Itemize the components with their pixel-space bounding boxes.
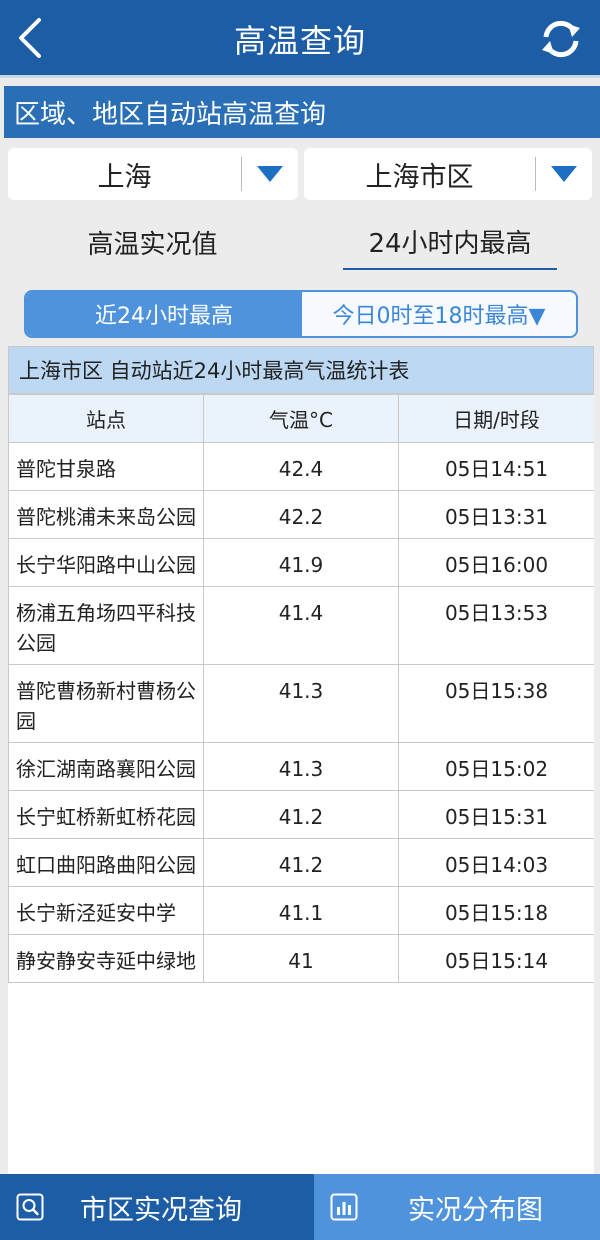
district-select[interactable]: 上海市区 <box>304 148 592 200</box>
dropdown-arrow-icon <box>536 166 592 182</box>
time-range-segment: 近24小时最高 今日0时至18时最高▼ <box>24 290 578 338</box>
district-select-value: 上海市区 <box>365 161 474 193</box>
view-tabs: 高温实况值 24小时内最高 <box>0 214 600 274</box>
table-row[interactable]: 徐汇湖南路襄阳公园 41.3 05日15:02 <box>8 742 594 791</box>
tab-realtime-high[interactable]: 高温实况值 <box>60 214 245 270</box>
table-row[interactable]: 长宁华阳路中山公园 41.9 05日16:00 <box>8 538 594 587</box>
bottom-nav: 市区实况查询 实况分布图 <box>0 1174 600 1240</box>
region-select-value: 上海 <box>97 161 152 193</box>
segment-today-0-18[interactable]: 今日0时至18时最高▼ <box>302 292 576 336</box>
tab-24h-max[interactable]: 24小时内最高 <box>343 214 557 270</box>
page-title: 高温查询 <box>233 22 366 60</box>
temperature-value: 41.3 <box>203 742 399 791</box>
table-row[interactable]: 杨浦五角场四平科技公园 41.4 05日13:53 <box>8 586 594 665</box>
station-name: 普陀曹杨新村曹杨公园 <box>8 664 204 743</box>
nav-label: 实况分布图 <box>408 1194 543 1226</box>
observation-time: 05日14:03 <box>398 838 594 887</box>
search-icon <box>16 1193 44 1221</box>
refresh-icon <box>542 20 580 58</box>
stats-table: 站点 气温°C 日期/时段 普陀甘泉路 42.4 05日14:51 普陀桃浦未来… <box>8 394 594 983</box>
observation-time: 05日15:31 <box>398 790 594 839</box>
nav-distribution-map[interactable]: 实况分布图 <box>314 1174 600 1240</box>
observation-time: 05日15:02 <box>398 742 594 791</box>
station-name: 长宁虹桥新虹桥花园 <box>8 790 204 839</box>
nav-city-realtime-query[interactable]: 市区实况查询 <box>0 1174 314 1240</box>
observation-time: 05日15:38 <box>398 664 594 743</box>
observation-time: 05日16:00 <box>398 538 594 587</box>
table-row[interactable]: 长宁虹桥新虹桥花园 41.2 05日15:31 <box>8 790 594 839</box>
table-row[interactable]: 普陀甘泉路 42.4 05日14:51 <box>8 442 594 491</box>
station-name: 长宁新泾延安中学 <box>8 886 204 935</box>
temperature-table: 上海市区 自动站近24小时最高气温统计表 站点 气温°C 日期/时段 普陀甘泉路… <box>8 346 594 1174</box>
temperature-value: 42.4 <box>203 442 399 491</box>
table-header-row: 站点 气温°C 日期/时段 <box>8 394 594 443</box>
temperature-value: 41.2 <box>203 790 399 839</box>
station-name: 静安静安寺延中绿地 <box>8 934 204 983</box>
table-row[interactable]: 普陀桃浦未来岛公园 42.2 05日13:31 <box>8 490 594 539</box>
observation-time: 05日15:18 <box>398 886 594 935</box>
segment-last-24h[interactable]: 近24小时最高 <box>26 292 302 336</box>
bar-chart-icon <box>330 1193 358 1221</box>
column-header-time: 日期/时段 <box>398 394 594 443</box>
station-name: 普陀甘泉路 <box>8 442 204 491</box>
nav-label: 市区实况查询 <box>80 1194 242 1226</box>
title-bar: 高温查询 <box>0 0 600 78</box>
temperature-value: 41.3 <box>203 664 399 743</box>
column-header-station: 站点 <box>8 394 204 443</box>
temperature-value: 41 <box>203 934 399 983</box>
observation-time: 05日13:53 <box>398 586 594 665</box>
temperature-value: 42.2 <box>203 490 399 539</box>
station-name: 长宁华阳路中山公园 <box>8 538 204 587</box>
observation-time: 05日15:14 <box>398 934 594 983</box>
dropdown-arrow-icon <box>242 166 298 182</box>
temperature-value: 41.2 <box>203 838 399 887</box>
column-header-temp: 气温°C <box>203 394 399 443</box>
table-caption: 上海市区 自动站近24小时最高气温统计表 <box>8 346 594 394</box>
observation-time: 05日14:51 <box>398 442 594 491</box>
refresh-button[interactable] <box>536 14 586 64</box>
table-row[interactable]: 虹口曲阳路曲阳公园 41.2 05日14:03 <box>8 838 594 887</box>
station-name: 杨浦五角场四平科技公园 <box>8 586 204 665</box>
station-name: 虹口曲阳路曲阳公园 <box>8 838 204 887</box>
temperature-value: 41.1 <box>203 886 399 935</box>
table-row[interactable]: 长宁新泾延安中学 41.1 05日15:18 <box>8 886 594 935</box>
table-row[interactable]: 静安静安寺延中绿地 41 05日15:14 <box>8 934 594 983</box>
station-name: 徐汇湖南路襄阳公园 <box>8 742 204 791</box>
station-name: 普陀桃浦未来岛公园 <box>8 490 204 539</box>
table-row[interactable]: 普陀曹杨新村曹杨公园 41.3 05日15:38 <box>8 664 594 743</box>
section-header: 区域、地区自动站高温查询 <box>4 86 600 138</box>
temperature-value: 41.9 <box>203 538 399 587</box>
observation-time: 05日13:31 <box>398 490 594 539</box>
temperature-value: 41.4 <box>203 586 399 665</box>
region-select[interactable]: 上海 <box>8 148 298 200</box>
